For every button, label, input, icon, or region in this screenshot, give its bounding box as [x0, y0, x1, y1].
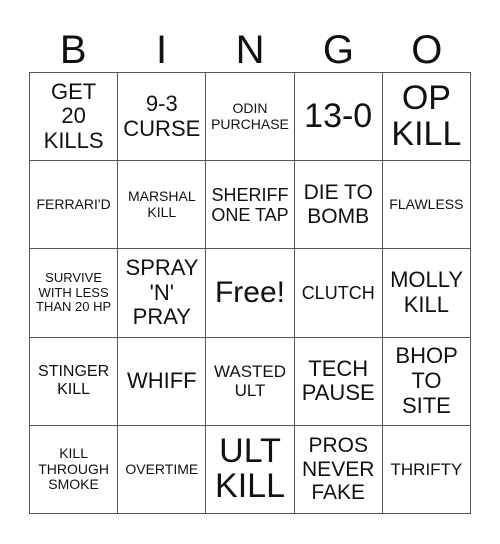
bingo-cell[interactable]: 13-0	[294, 73, 383, 162]
header-letter-b: B	[59, 28, 87, 72]
header-letter-g: G	[322, 28, 354, 72]
bingo-cell[interactable]: BHOP TO SITE	[382, 337, 471, 426]
bingo-cell[interactable]: ULT KILL	[206, 425, 295, 514]
bingo-cell: Free!	[206, 249, 295, 338]
bingo-cell[interactable]: KILL THROUGH SMOKE	[30, 425, 119, 514]
bingo-cell[interactable]: MOLLY KILL	[382, 249, 471, 338]
header-letter-i: I	[156, 28, 168, 72]
bingo-cell[interactable]: CLUTCH	[294, 249, 383, 338]
bingo-cell[interactable]: SURVIVE WITH LESS THAN 20 HP	[30, 249, 119, 338]
bingo-cell[interactable]: WHIFF	[118, 337, 207, 426]
bingo-cell[interactable]: PROS NEVER FAKE	[294, 425, 383, 514]
header-letter-n: N	[235, 28, 265, 72]
bingo-cell[interactable]: TECH PAUSE	[294, 337, 383, 426]
bingo-cell[interactable]: FLAWLESS	[382, 161, 471, 250]
bingo-cell[interactable]: OP KILL	[382, 73, 471, 162]
bingo-cell[interactable]: WASTED ULT	[206, 337, 295, 426]
bingo-cell[interactable]: SHERIFF ONE TAP	[206, 161, 295, 250]
bingo-cell[interactable]: DIE TO BOMB	[294, 161, 383, 250]
bingo-cell[interactable]: STINGER KILL	[30, 337, 119, 426]
bingo-grid: GET 20 KILLS 9-3 CURSE ODIN PURCHASE 13-…	[29, 72, 471, 514]
bingo-cell[interactable]: FERRARI'D	[30, 161, 119, 250]
bingo-cell[interactable]: MARSHAL KILL	[118, 161, 207, 250]
bingo-cell[interactable]: ODIN PURCHASE	[206, 73, 295, 162]
bingo-cell[interactable]: THRIFTY	[382, 425, 471, 514]
bingo-cell[interactable]: GET 20 KILLS	[30, 73, 119, 162]
bingo-cell[interactable]: 9-3 CURSE	[118, 73, 207, 162]
bingo-cell[interactable]: OVERTIME	[118, 425, 207, 514]
bingo-header: B I N G O	[29, 28, 471, 72]
bingo-cell[interactable]: SPRAY 'N' PRAY	[118, 249, 207, 338]
header-letter-o: O	[411, 28, 443, 72]
